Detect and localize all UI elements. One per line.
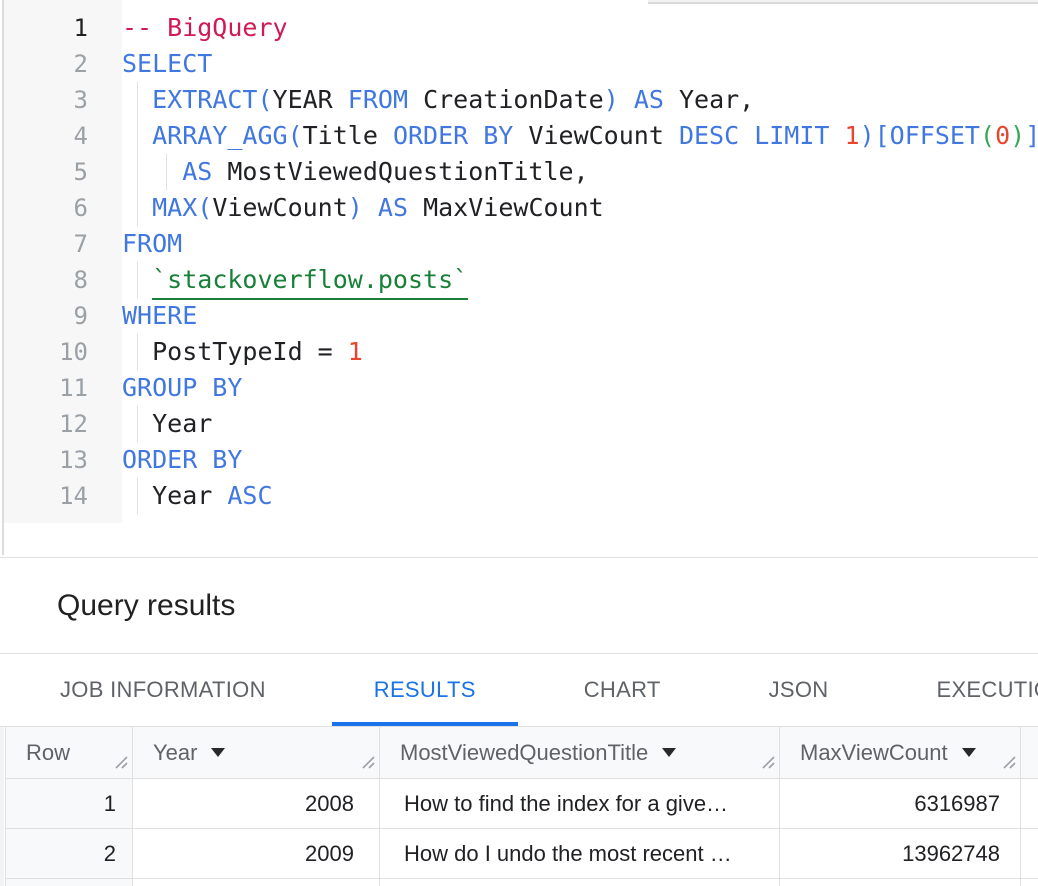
code-line[interactable]: 5 AS MostViewedQuestionTitle, [0, 154, 1038, 190]
code-text: `stackoverflow.posts` [122, 262, 1038, 298]
column-header-label: Year [153, 740, 197, 766]
table-cell: How do I undo the most recent … [380, 829, 780, 879]
table-cell: How to find the index for a give… [380, 779, 780, 829]
table-cell-partial [380, 879, 780, 886]
code-line[interactable]: 2 SELECT [0, 46, 1038, 82]
table-reference-link[interactable]: `stackoverflow.posts` [152, 262, 468, 300]
line-number: 14 [0, 478, 88, 514]
editor-horizontal-scrollbar[interactable] [648, 0, 1038, 4]
code-line[interactable]: 7 FROM [0, 226, 1038, 262]
indent-guide [137, 334, 138, 370]
sql-editor[interactable]: 1-- BigQuery2SELECT3 EXTRACT(YEAR FROM C… [0, 0, 1038, 557]
table-cell: 6316987 [780, 779, 1021, 829]
column-header-year[interactable]: Year [133, 727, 380, 779]
code-line[interactable]: 3 EXTRACT(YEAR FROM CreationDate) AS Yea… [0, 82, 1038, 118]
column-header-label: Row [26, 740, 70, 766]
code-text: WHERE [122, 298, 1038, 334]
sort-dropdown-icon [962, 748, 976, 757]
table-cell: 2008 [133, 779, 380, 829]
column-header-label: MostViewedQuestionTitle [400, 740, 648, 766]
code-line[interactable]: 12 Year [0, 406, 1038, 442]
code-text: Year [122, 406, 1038, 442]
code-text: -- BigQuery [122, 10, 1038, 46]
column-header-maxviewcount[interactable]: MaxViewCount [780, 727, 1021, 779]
table-cell-partial [5, 879, 133, 886]
table-cell: 1 [5, 779, 133, 829]
tab-job-information[interactable]: JOB INFORMATION [18, 654, 308, 726]
line-number: 1 [0, 10, 88, 46]
query-results-title: Query results [57, 588, 235, 624]
table-cell: 13962748 [780, 829, 1021, 879]
tab-label: RESULTS [374, 677, 476, 703]
editor-results-divider [0, 557, 1038, 558]
column-resize-handle[interactable] [112, 749, 128, 775]
table-cell-partial [780, 879, 1021, 886]
table-cell: 2 [5, 829, 133, 879]
line-number: 13 [0, 442, 88, 478]
column-resize-handle[interactable] [1000, 749, 1016, 775]
bigquery-workspace: { "colors": { "accent": "#1a73e8", "keyw… [0, 0, 1038, 886]
table-cell-partial [1021, 879, 1038, 886]
code-text: EXTRACT(YEAR FROM CreationDate) AS Year, [122, 82, 1038, 118]
indent-guide [137, 406, 138, 442]
line-number: 5 [0, 154, 88, 190]
line-number: 8 [0, 262, 88, 298]
line-number: 7 [0, 226, 88, 262]
code-text: MAX(ViewCount) AS MaxViewCount [122, 190, 1038, 226]
tab-json[interactable]: JSON [727, 654, 871, 726]
line-number: 12 [0, 406, 88, 442]
column-header-label: MaxViewCount [800, 740, 948, 766]
table-vertical-scrollbar[interactable] [0, 727, 4, 886]
line-number: 4 [0, 118, 88, 154]
sort-dropdown-icon [211, 748, 225, 757]
line-number: 10 [0, 334, 88, 370]
code-line[interactable]: 4 ARRAY_AGG(Title ORDER BY ViewCount DES… [0, 118, 1038, 154]
code-text: ARRAY_AGG(Title ORDER BY ViewCount DESC … [122, 118, 1038, 154]
indent-guide [137, 82, 138, 226]
line-number: 9 [0, 298, 88, 334]
code-text: PostTypeId = 1 [122, 334, 1038, 370]
tab-label: JOB INFORMATION [60, 677, 266, 703]
code-line[interactable]: 1 -- BigQuery [0, 10, 1038, 46]
code-text: FROM [122, 226, 1038, 262]
column-resize-handle[interactable] [759, 749, 775, 775]
code-text: Year ASC [122, 478, 1038, 514]
code-line[interactable]: 10 PostTypeId = 1 [0, 334, 1038, 370]
line-number: 11 [0, 370, 88, 406]
line-number: 2 [0, 46, 88, 82]
column-resize-handle[interactable] [359, 749, 375, 775]
tab-results[interactable]: RESULTS [332, 654, 518, 726]
tab-execution-details[interactable]: EXECUTION DETAILS [894, 654, 1038, 726]
tab-chart[interactable]: CHART [542, 654, 703, 726]
code-lines: 1-- BigQuery2SELECT3 EXTRACT(YEAR FROM C… [0, 10, 1038, 514]
code-line[interactable]: 11 GROUP BY [0, 370, 1038, 406]
code-line[interactable]: 6 MAX(ViewCount) AS MaxViewCount [0, 190, 1038, 226]
column-header-mostviewedquestiontitle[interactable]: MostViewedQuestionTitle [380, 727, 780, 779]
code-text: GROUP BY [122, 370, 1038, 406]
sort-dropdown-icon [662, 748, 676, 757]
column-header-row[interactable]: Row [5, 727, 133, 779]
line-number: 6 [0, 190, 88, 226]
indent-guide [137, 262, 138, 298]
results-tab-bar: JOB INFORMATION RESULTS CHART JSON EXECUTION… [0, 654, 1038, 726]
code-line[interactable]: 9 WHERE [0, 298, 1038, 334]
tab-label: CHART [584, 677, 661, 703]
column-header-blank[interactable] [1021, 727, 1038, 779]
code-text: AS MostViewedQuestionTitle, [122, 154, 1038, 190]
indent-guide [137, 478, 138, 514]
table-cell [1021, 829, 1038, 879]
tab-label: EXECUTION DETAILS [936, 677, 1038, 703]
indent-guide [166, 154, 167, 190]
code-line[interactable]: 13 ORDER BY [0, 442, 1038, 478]
table-cell: 2009 [133, 829, 380, 879]
table-cell [1021, 779, 1038, 829]
code-text: SELECT [122, 46, 1038, 82]
tab-label: JSON [769, 677, 829, 703]
code-text: ORDER BY [122, 442, 1038, 478]
table-cell-partial [133, 879, 380, 886]
code-line[interactable]: 8 `stackoverflow.posts` [0, 262, 1038, 298]
code-line[interactable]: 14 Year ASC [0, 478, 1038, 514]
results-table: Row Year MostViewedQuestionTitle MaxViewCou… [5, 727, 1038, 886]
line-number: 3 [0, 82, 88, 118]
